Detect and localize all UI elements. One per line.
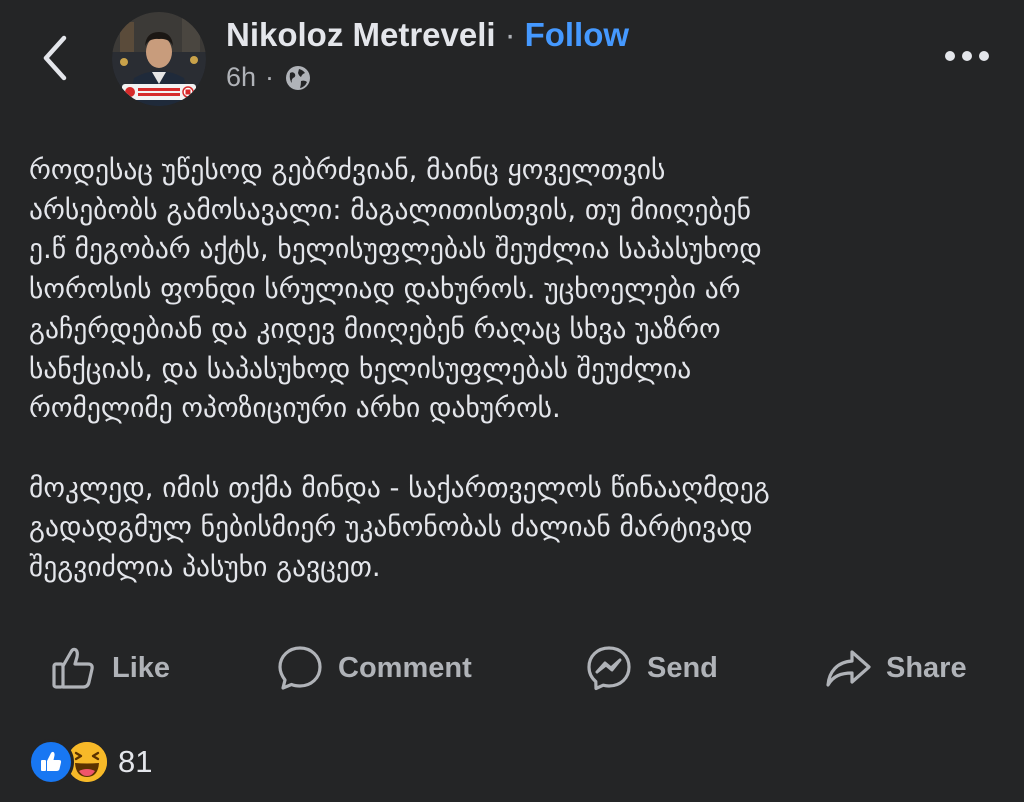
more-horizontal-icon bbox=[945, 51, 989, 61]
avatar-photo bbox=[112, 12, 206, 106]
reactions-summary[interactable]: 81 bbox=[28, 739, 153, 785]
post-timestamp[interactable]: 6h bbox=[226, 62, 256, 93]
chevron-left-icon bbox=[43, 35, 67, 81]
share-button[interactable]: Share bbox=[824, 636, 967, 700]
post-paragraph: როდესაც უწესოდ გებრძვიან, მაინც ყოველთვი… bbox=[29, 154, 762, 425]
comment-icon bbox=[278, 646, 322, 690]
meta-separator: · bbox=[265, 62, 275, 92]
post-paragraph: მოკლედ, იმის თქმა მინდა - საქართველოს წი… bbox=[29, 471, 770, 584]
share-icon bbox=[826, 650, 871, 687]
more-options-button[interactable] bbox=[936, 34, 998, 78]
avatar[interactable] bbox=[112, 12, 206, 106]
like-button[interactable]: Like bbox=[50, 636, 170, 700]
share-label: Share bbox=[886, 651, 967, 684]
globe-icon bbox=[286, 65, 311, 90]
send-label: Send bbox=[647, 651, 718, 684]
messenger-icon bbox=[587, 646, 631, 691]
comment-button[interactable]: Comment bbox=[276, 636, 472, 700]
post-screen: Nikoloz Metreveli · Follow 6h · როდესაც … bbox=[0, 0, 1024, 802]
post-text: როდესაც უწესოდ გებრძვიან, მაინც ყოველთვი… bbox=[29, 151, 1004, 588]
author-row: Nikoloz Metreveli · Follow bbox=[226, 16, 629, 54]
follow-button[interactable]: Follow bbox=[525, 16, 629, 54]
like-label: Like bbox=[112, 651, 171, 684]
reaction-count: 81 bbox=[118, 744, 153, 779]
thumbs-up-icon bbox=[52, 647, 94, 689]
post-meta: 6h · bbox=[226, 62, 312, 93]
action-bar: Like Comment Send Share bbox=[0, 636, 1024, 700]
author-name[interactable]: Nikoloz Metreveli bbox=[226, 16, 496, 54]
comment-label: Comment bbox=[338, 651, 472, 684]
send-button[interactable]: Send bbox=[585, 636, 718, 700]
back-button[interactable] bbox=[30, 30, 80, 86]
name-separator: · bbox=[504, 16, 516, 53]
like-reaction-icon bbox=[28, 739, 74, 785]
